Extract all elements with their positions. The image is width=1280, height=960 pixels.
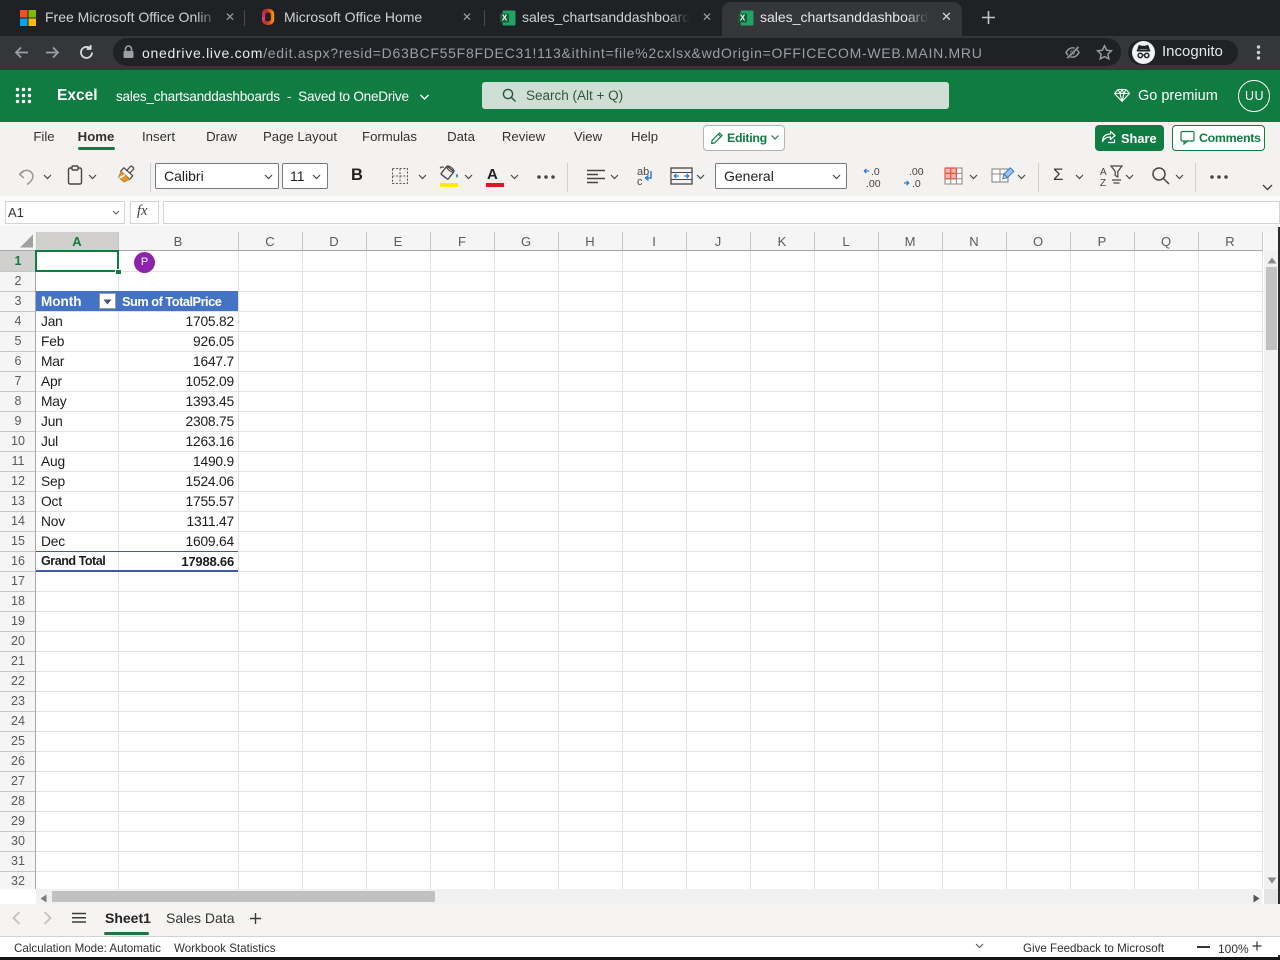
- svg-text:.00: .00: [909, 166, 924, 178]
- svg-text:X: X: [740, 14, 746, 23]
- svg-text:c: c: [637, 176, 643, 187]
- svg-text:.0: .0: [912, 178, 921, 189]
- svg-text:.0: .0: [871, 166, 880, 178]
- svg-text:A: A: [1100, 167, 1107, 178]
- svg-text:X: X: [502, 14, 508, 23]
- svg-text:Z: Z: [1100, 178, 1106, 187]
- svg-text:.00: .00: [866, 178, 881, 189]
